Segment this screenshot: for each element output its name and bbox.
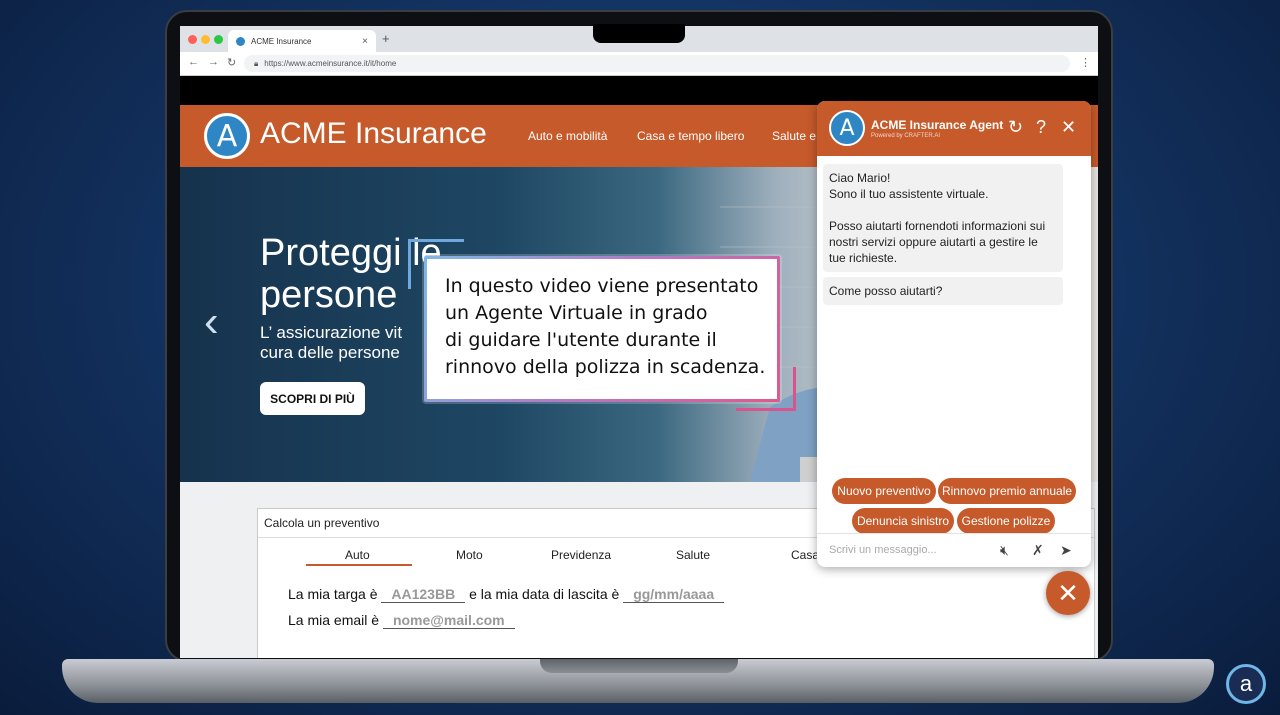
send-icon[interactable]: ➤ xyxy=(1060,542,1072,559)
window-close-dot[interactable] xyxy=(188,35,197,44)
mouse-cursor-icon: ↖ xyxy=(1028,632,1039,646)
chat-powered-by: Powered by CRAFTER.AI xyxy=(871,133,941,139)
tab-moto[interactable]: Moto xyxy=(456,548,483,562)
agent-message: Ciao Mario! Sono il tuo assistente virtu… xyxy=(823,164,1063,272)
url-field[interactable]: 🔒︎ https://www.acmeinsurance.it/it/home xyxy=(244,55,1070,72)
birthdate-input[interactable]: gg/mm/aaaa xyxy=(623,586,725,603)
tab-favicon-icon xyxy=(236,36,245,46)
crafter-logo-icon: a xyxy=(1226,664,1266,704)
caption-line2: un Agente Virtuale in grado xyxy=(445,302,708,324)
tab-casa[interactable]: Casa xyxy=(791,548,819,562)
nav-auto[interactable]: Auto e mobilità xyxy=(528,129,607,143)
caption-text: In questo video viene presentato un Agen… xyxy=(445,273,775,381)
caption-line4: rinnovo della polizza in scadenza. xyxy=(445,356,766,378)
email-row: La mia email è nome@mail.com xyxy=(288,612,515,629)
laptop-screen: ACME Insurance × + ← → ↻ 🔒︎ https://www.… xyxy=(180,26,1098,658)
tab-close-icon[interactable]: × xyxy=(362,36,368,47)
greeting-line3: Posso aiutarti fornendoti informazioni s… xyxy=(829,219,1046,265)
window-minimize-dot[interactable] xyxy=(201,35,210,44)
email-input[interactable]: nome@mail.com xyxy=(382,612,515,629)
chat-title: ACME Insurance Agent xyxy=(871,118,1004,132)
reload-icon[interactable]: ↻ xyxy=(227,56,236,69)
tab-previdenza[interactable]: Previdenza xyxy=(551,548,611,562)
agent-question: Come posso aiutarti? xyxy=(823,277,1063,305)
plate-input[interactable]: AA123BB xyxy=(381,586,466,603)
quick-reply-nuovo-preventivo[interactable]: Nuovo preventivo xyxy=(832,478,936,504)
quick-reply-denuncia-sinistro[interactable]: Denuncia sinistro xyxy=(852,508,954,534)
chat-input-bar: Scrivi un messaggio... 🔇︎ ✗ ➤ xyxy=(817,533,1091,567)
chat-window: A ACME Insurance Agent Powered by CRAFTE… xyxy=(817,101,1091,567)
acme-logo-icon[interactable]: A xyxy=(204,113,250,159)
quick-reply-gestione-polizze[interactable]: Gestione polizze xyxy=(957,508,1055,534)
mute-mic-icon[interactable]: ✗ xyxy=(1032,542,1044,559)
laptop-base-notch xyxy=(540,659,738,673)
nav-salute[interactable]: Salute e xyxy=(772,129,816,143)
plate-label: La mia targa è xyxy=(288,586,378,602)
mute-speaker-icon[interactable]: 🔇︎ xyxy=(1000,542,1009,559)
chat-header: A ACME Insurance Agent Powered by CRAFTE… xyxy=(817,101,1091,156)
video-caption: In questo video viene presentato un Agen… xyxy=(424,256,780,402)
plate-row: La mia targa è AA123BB e la mia data di … xyxy=(288,586,725,603)
birthdate-label: e la mia data di lascita è xyxy=(469,586,620,602)
carousel-prev-icon[interactable]: ‹ xyxy=(204,297,219,347)
quote-title: Calcola un preventivo xyxy=(264,516,380,530)
active-tab-indicator xyxy=(306,564,412,566)
tab-auto[interactable]: Auto xyxy=(345,548,370,562)
forward-icon[interactable]: → xyxy=(208,56,219,68)
browser-menu-icon[interactable]: ⋮ xyxy=(1080,56,1091,69)
discover-more-button[interactable]: SCOPRI DI PIÙ xyxy=(260,382,365,415)
url-text: https://www.acmeinsurance.it/it/home xyxy=(264,59,397,68)
new-tab-button[interactable]: + xyxy=(382,31,390,46)
refresh-icon[interactable]: ↻ xyxy=(1008,117,1023,138)
quick-reply-rinnovo-premio[interactable]: Rinnovo premio annuale xyxy=(938,478,1076,504)
close-chat-fab[interactable]: ✕ xyxy=(1046,571,1090,615)
site-brand[interactable]: ACME Insurance xyxy=(260,117,487,151)
browser-tab[interactable]: ACME Insurance × xyxy=(228,30,376,52)
caption-line3: di guidare l'utente durante il xyxy=(445,329,717,351)
greeting-line2: Sono il tuo assistente virtuale. xyxy=(829,187,989,201)
back-icon[interactable]: ← xyxy=(188,56,199,68)
email-label: La mia email è xyxy=(288,612,380,628)
agent-avatar: A xyxy=(829,110,865,146)
close-icon[interactable]: ✕ xyxy=(1061,117,1076,138)
message-input[interactable]: Scrivi un messaggio... xyxy=(829,544,937,556)
nav-casa[interactable]: Casa e tempo libero xyxy=(637,129,744,143)
tab-salute[interactable]: Salute xyxy=(676,548,710,562)
caption-line1: In questo video viene presentato xyxy=(445,275,759,297)
help-icon[interactable]: ? xyxy=(1036,117,1046,138)
tab-title: ACME Insurance xyxy=(251,36,312,46)
greeting-line1: Ciao Mario! xyxy=(829,171,891,185)
lock-icon: 🔒︎ xyxy=(254,58,259,68)
window-zoom-dot[interactable] xyxy=(214,35,223,44)
camera-notch xyxy=(593,24,685,43)
